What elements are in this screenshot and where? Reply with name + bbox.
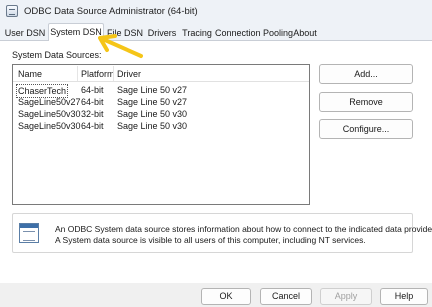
- data-source-info-icon: [19, 223, 39, 243]
- configure-button[interactable]: Configure...: [319, 119, 413, 139]
- tab-tracing[interactable]: Tracing: [180, 26, 214, 41]
- column-header-driver[interactable]: Driver: [117, 69, 141, 79]
- list-item[interactable]: SageLine50v27 64-bit Sage Line 50 v27: [13, 96, 309, 108]
- dsn-name: SageLine50v30: [18, 121, 81, 131]
- tab-system-dsn[interactable]: System DSN: [48, 23, 104, 42]
- apply-button[interactable]: Apply: [320, 288, 372, 305]
- remove-button[interactable]: Remove: [319, 92, 413, 112]
- dsn-driver: Sage Line 50 v27: [117, 97, 188, 107]
- column-separator[interactable]: [113, 66, 114, 81]
- dsn-platform: 64-bit: [81, 85, 104, 95]
- tab-bar: User DSN System DSN File DSN Drivers Tra…: [0, 22, 432, 42]
- dsn-platform: 64-bit: [81, 97, 104, 107]
- dsn-platform: 32-bit: [81, 109, 104, 119]
- cancel-button[interactable]: Cancel: [260, 288, 312, 305]
- info-text-line-1: An ODBC System data source stores inform…: [55, 224, 432, 234]
- list-item[interactable]: SageLine50v30 32-bit Sage Line 50 v30: [13, 108, 309, 120]
- dialog-footer: OK Cancel Apply Help: [0, 283, 432, 307]
- info-text-line-2: A System data source is visible to all u…: [55, 235, 366, 245]
- dsn-driver: Sage Line 50 v27: [117, 85, 188, 95]
- column-header-name[interactable]: Name: [18, 69, 42, 79]
- add-button[interactable]: Add...: [319, 64, 413, 84]
- odbc-app-icon: [6, 5, 18, 17]
- list-item[interactable]: SageLine50v30 64-bit Sage Line 50 v30: [13, 120, 309, 132]
- column-separator[interactable]: [77, 66, 78, 81]
- dsn-name: SageLine50v27: [18, 97, 81, 107]
- title-bar: ODBC Data Source Administrator (64-bit): [0, 0, 432, 22]
- list-item[interactable]: ChaserTech 64-bit Sage Line 50 v27: [13, 84, 309, 98]
- system-data-sources-label: System Data Sources:: [12, 50, 102, 60]
- tab-user-dsn[interactable]: User DSN: [4, 26, 46, 41]
- tab-file-dsn[interactable]: File DSN: [106, 26, 144, 41]
- dsn-driver: Sage Line 50 v30: [117, 109, 188, 119]
- dsn-driver: Sage Line 50 v30: [117, 121, 188, 131]
- system-dsn-panel: System Data Sources: Name Platform Drive…: [0, 41, 432, 283]
- system-data-sources-list[interactable]: Name Platform Driver ChaserTech 64-bit S…: [12, 64, 310, 205]
- window-title: ODBC Data Source Administrator (64-bit): [24, 5, 198, 17]
- tab-connection-pooling[interactable]: Connection Pooling: [215, 26, 293, 41]
- list-header: Name Platform Driver: [13, 65, 309, 82]
- info-group-box: An ODBC System data source stores inform…: [12, 213, 432, 253]
- column-header-platform[interactable]: Platform: [81, 69, 115, 79]
- tab-drivers[interactable]: Drivers: [146, 26, 178, 41]
- dsn-name: SageLine50v30: [18, 109, 81, 119]
- help-button[interactable]: Help: [380, 288, 428, 305]
- tab-about[interactable]: About: [291, 26, 319, 41]
- ok-button[interactable]: OK: [201, 288, 251, 305]
- dsn-platform: 64-bit: [81, 121, 104, 131]
